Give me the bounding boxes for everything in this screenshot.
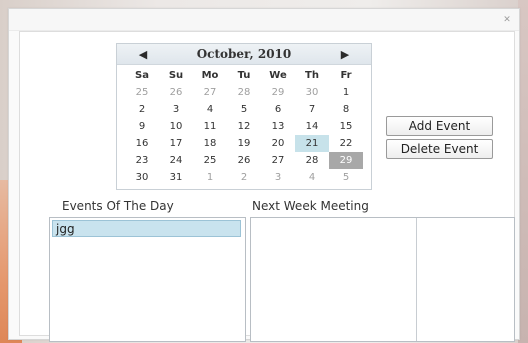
calendar-day[interactable]: 17 xyxy=(159,135,193,152)
calendar-day[interactable]: 28 xyxy=(295,152,329,169)
calendar-week-row: 2 3 4 5 6 7 8 xyxy=(125,101,363,118)
calendar-day[interactable]: 27 xyxy=(261,152,295,169)
calendar-day[interactable]: 26 xyxy=(227,152,261,169)
calendar-day[interactable]: 30 xyxy=(295,84,329,101)
calendar-day[interactable]: 31 xyxy=(159,169,193,186)
calendar-day[interactable]: 29 xyxy=(261,84,295,101)
calendar-week-row: 9 10 11 12 13 14 15 xyxy=(125,118,363,135)
calendar-day[interactable]: 9 xyxy=(125,118,159,135)
calendar-day[interactable]: 28 xyxy=(227,84,261,101)
calendar-day[interactable]: 11 xyxy=(193,118,227,135)
next-month-icon[interactable]: ▶ xyxy=(337,48,353,61)
calendar-day[interactable]: 3 xyxy=(159,101,193,118)
weekday-header-row: Sa Su Mo Tu We Th Fr xyxy=(125,67,363,84)
calendar-header: ◀ October, 2010 ▶ xyxy=(117,44,371,65)
calendar-day[interactable]: 2 xyxy=(227,169,261,186)
weekday-label: Sa xyxy=(135,70,149,81)
weekday-label: Fr xyxy=(340,70,352,81)
calendar-day[interactable]: 25 xyxy=(193,152,227,169)
calendar-day[interactable]: 16 xyxy=(125,135,159,152)
calendar-day[interactable]: 5 xyxy=(227,101,261,118)
next-week-meeting-list[interactable] xyxy=(250,217,515,342)
calendar-day[interactable]: 19 xyxy=(227,135,261,152)
weekday-label: Th xyxy=(305,70,319,81)
calendar-week-row: 30 31 1 2 3 4 5 xyxy=(125,169,363,186)
calendar-day[interactable]: 8 xyxy=(329,101,363,118)
calendar-day[interactable]: 22 xyxy=(329,135,363,152)
calendar-day[interactable]: 30 xyxy=(125,169,159,186)
calendar-day[interactable]: 13 xyxy=(261,118,295,135)
column-divider xyxy=(416,218,417,341)
calendar-week-row: 16 17 18 19 20 21 22 xyxy=(125,135,363,152)
window-titlebar: ✕ xyxy=(9,9,519,31)
calendar-grid: Sa Su Mo Tu We Th Fr 25 26 27 28 29 30 1… xyxy=(125,67,363,186)
calendar-day[interactable]: 1 xyxy=(329,84,363,101)
close-icon[interactable]: ✕ xyxy=(501,14,513,26)
calendar-day[interactable]: 20 xyxy=(261,135,295,152)
weekday-label: Su xyxy=(168,70,184,81)
calendar-week-row: 23 24 25 26 27 28 29 xyxy=(125,152,363,169)
calendar-day[interactable]: 3 xyxy=(261,169,295,186)
calendar-day[interactable]: 23 xyxy=(125,152,159,169)
calendar-day[interactable]: 24 xyxy=(159,152,193,169)
delete-event-button[interactable]: Delete Event xyxy=(386,139,493,159)
add-event-button[interactable]: Add Event xyxy=(386,116,493,136)
calendar-day[interactable]: 6 xyxy=(261,101,295,118)
calendar-day[interactable]: 10 xyxy=(159,118,193,135)
calendar: ◀ October, 2010 ▶ Sa Su Mo Tu We Th Fr 2… xyxy=(116,43,372,190)
calendar-day[interactable]: 4 xyxy=(193,101,227,118)
calendar-day[interactable]: 14 xyxy=(295,118,329,135)
calendar-day[interactable]: 7 xyxy=(295,101,329,118)
calendar-day-today[interactable]: 21 xyxy=(295,135,329,152)
calendar-day[interactable]: 26 xyxy=(159,84,193,101)
calendar-day[interactable]: 18 xyxy=(193,135,227,152)
list-item[interactable]: jgg xyxy=(52,220,241,237)
calendar-day[interactable]: 5 xyxy=(329,169,363,186)
calendar-day[interactable]: 4 xyxy=(295,169,329,186)
calendar-month-title: October, 2010 xyxy=(196,47,292,61)
calendar-day[interactable]: 2 xyxy=(125,101,159,118)
calendar-day[interactable]: 1 xyxy=(193,169,227,186)
calendar-day[interactable]: 27 xyxy=(193,84,227,101)
weekday-label: Tu xyxy=(237,70,251,81)
weekday-label: We xyxy=(269,70,287,81)
events-of-the-day-list[interactable]: jgg xyxy=(49,217,246,342)
weekday-label: Mo xyxy=(201,70,219,81)
calendar-day[interactable]: 25 xyxy=(125,84,159,101)
calendar-day-selected[interactable]: 29 xyxy=(329,152,363,169)
calendar-window: ✕ ◀ October, 2010 ▶ Sa Su Mo Tu We Th Fr… xyxy=(8,8,520,342)
window-content: ◀ October, 2010 ▶ Sa Su Mo Tu We Th Fr 2… xyxy=(19,31,515,342)
calendar-day[interactable]: 15 xyxy=(329,118,363,135)
events-of-the-day-label: Events Of The Day xyxy=(62,199,174,213)
calendar-week-row: 25 26 27 28 29 30 1 xyxy=(125,84,363,101)
next-week-meeting-label: Next Week Meeting xyxy=(252,199,369,213)
calendar-day[interactable]: 12 xyxy=(227,118,261,135)
